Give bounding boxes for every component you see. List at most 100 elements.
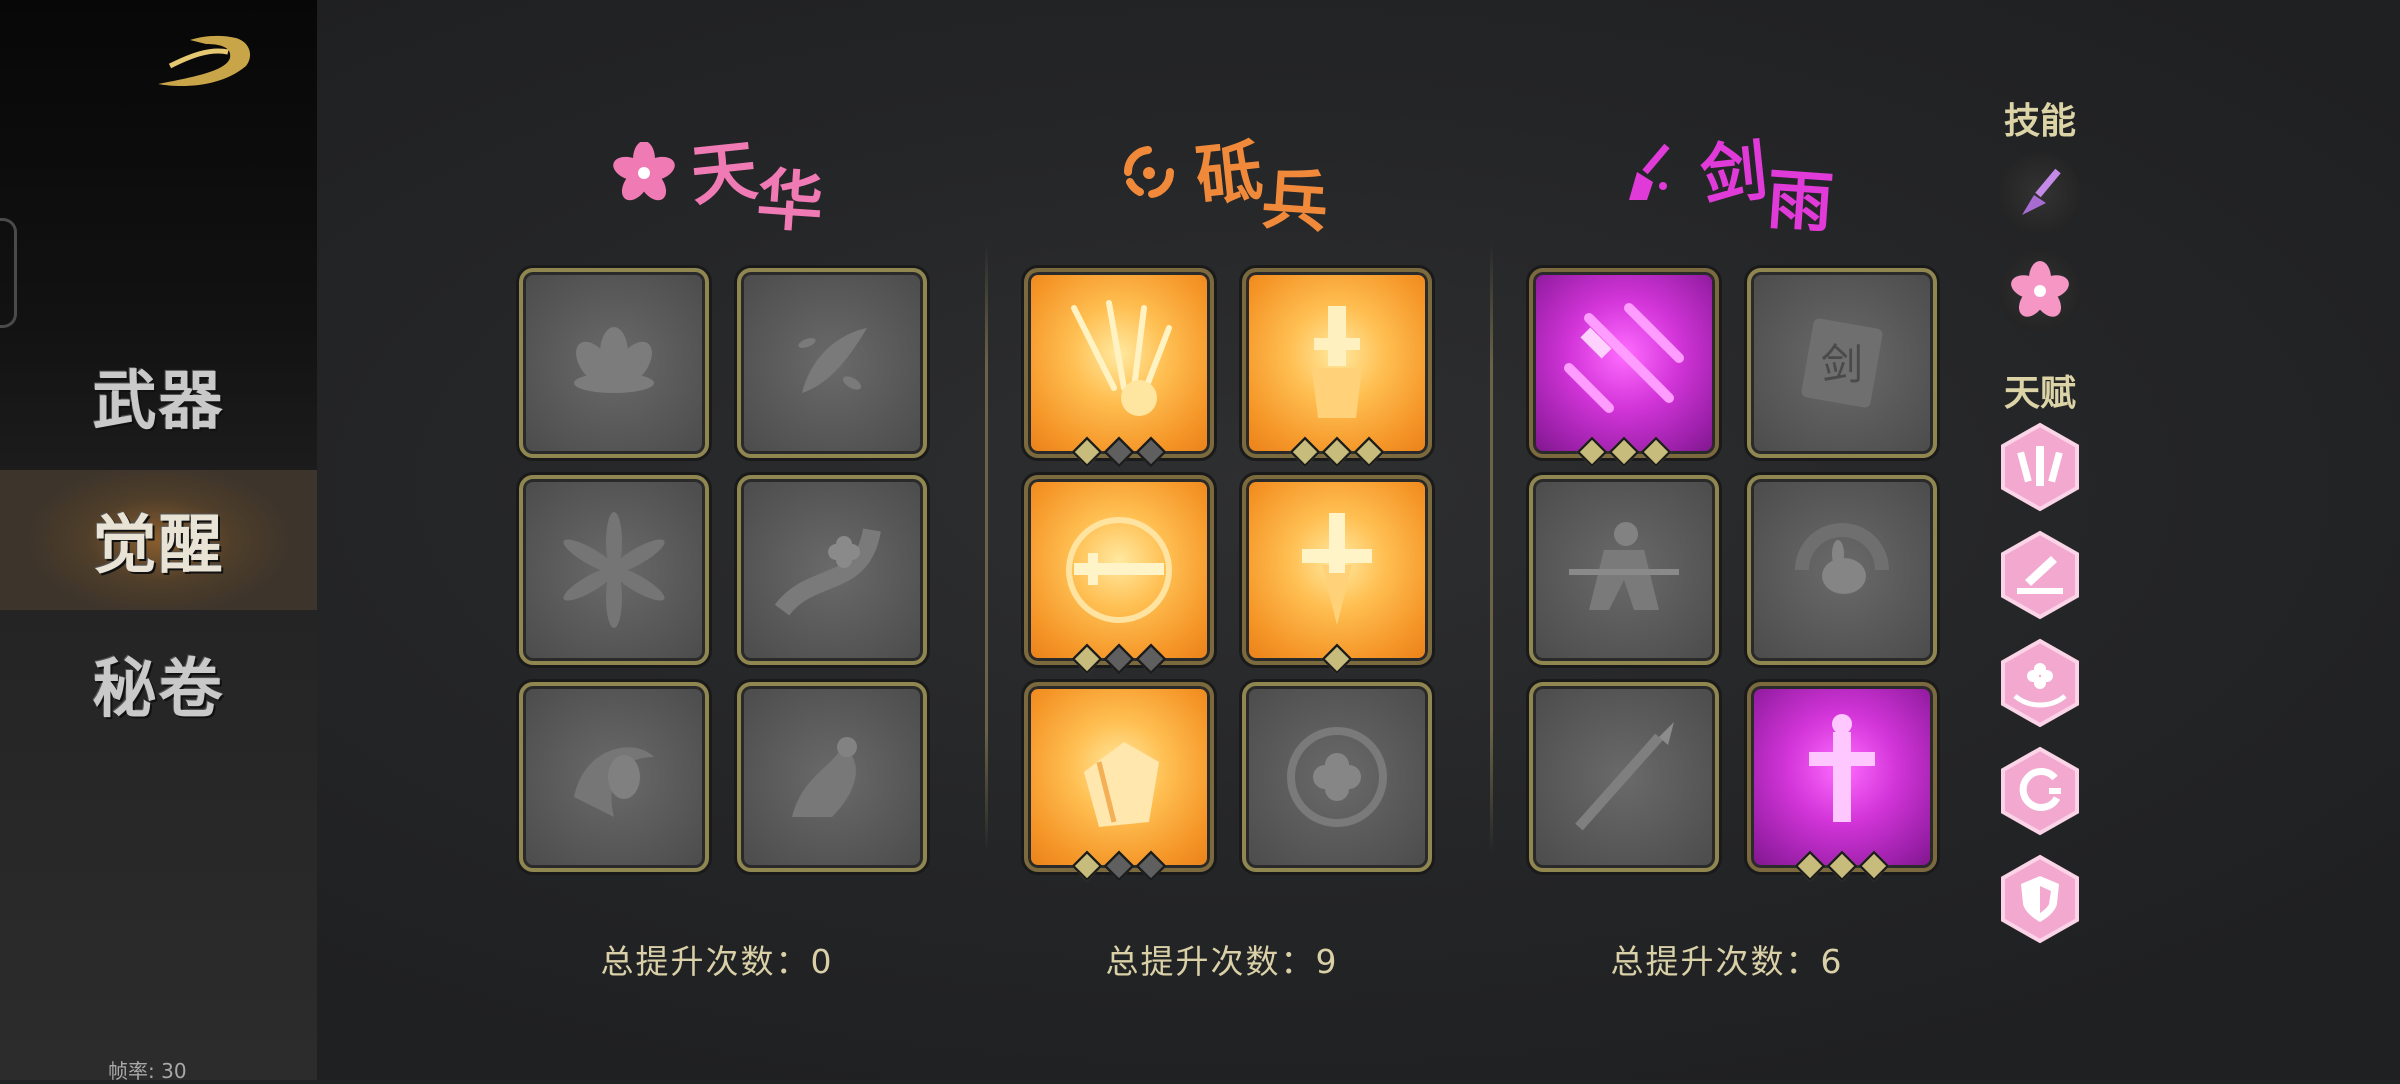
level-pips bbox=[1533, 436, 1715, 468]
level-pips bbox=[1028, 436, 1210, 468]
tile-lotus[interactable] bbox=[519, 268, 709, 458]
sword-orb-icon bbox=[1038, 489, 1200, 651]
talent-swirl[interactable] bbox=[1999, 746, 2081, 836]
sidebar-collapse-handle[interactable] bbox=[0, 218, 17, 328]
level-pips bbox=[1751, 850, 1933, 882]
level-pips bbox=[1246, 436, 1428, 468]
title-char-1: 剑 bbox=[1697, 130, 1771, 216]
skill-purple-dagger[interactable] bbox=[1999, 152, 2081, 234]
level-pip bbox=[1640, 436, 1672, 468]
column-tianhua: 天华 总提升次数：0 bbox=[487, 0, 947, 1080]
svg-text:剑: 剑 bbox=[1821, 340, 1863, 389]
total-upgrades: 总提升次数：6 bbox=[1610, 942, 1844, 981]
upgrade-grid bbox=[519, 268, 927, 872]
sword-dash-icon bbox=[1543, 489, 1705, 651]
circle-swirl-icon bbox=[1116, 140, 1182, 206]
tile-rabbit-swirl[interactable] bbox=[1747, 475, 1937, 665]
level-pip bbox=[1135, 643, 1167, 675]
right-panel: 技能 天赋 bbox=[1995, 0, 2085, 1080]
sidebar: 武器 觉醒 秘卷 帧率: 30 bbox=[0, 0, 317, 1083]
game-logo-icon bbox=[158, 35, 251, 87]
tile-dancer-blossom[interactable] bbox=[737, 682, 927, 872]
level-pip bbox=[1103, 850, 1135, 882]
level-pip bbox=[1289, 436, 1321, 468]
tile-fist[interactable] bbox=[1024, 682, 1214, 882]
dancer-blossom-icon bbox=[751, 696, 913, 858]
sword-flower-icon bbox=[1256, 696, 1418, 858]
nav-secret-scroll[interactable]: 秘卷 bbox=[0, 614, 317, 754]
level-pip bbox=[1353, 436, 1385, 468]
column-title-text: 砥兵 bbox=[1192, 131, 1331, 242]
level-pip bbox=[1826, 850, 1858, 882]
flaming-sword-icon bbox=[1256, 489, 1418, 651]
column-dibing: 砥兵 总提升次数：9 bbox=[992, 0, 1452, 1080]
level-pips bbox=[1028, 850, 1210, 882]
tile-spear[interactable] bbox=[1529, 682, 1719, 872]
talent-slash[interactable] bbox=[1999, 530, 2081, 620]
tile-sword-tablet[interactable]: 剑 bbox=[1747, 268, 1937, 458]
total-upgrades: 总提升次数：0 bbox=[600, 942, 834, 981]
talent-triple-sword[interactable] bbox=[1999, 422, 2081, 512]
falling-swords-icon bbox=[1543, 282, 1705, 444]
column-title: 天华 bbox=[487, 86, 947, 242]
skill-pink-flower[interactable] bbox=[1999, 250, 2081, 332]
talent-shield[interactable] bbox=[1999, 854, 2081, 944]
level-pip bbox=[1103, 436, 1135, 468]
sword-strike-icon bbox=[1621, 140, 1687, 206]
tile-falling-swords[interactable] bbox=[1529, 268, 1719, 468]
tile-sword-fist[interactable] bbox=[1242, 268, 1432, 468]
level-pip bbox=[1608, 436, 1640, 468]
pink-flower-icon bbox=[2011, 261, 2069, 317]
purple-dagger-icon bbox=[2022, 168, 2061, 215]
lotus-icon bbox=[533, 282, 695, 444]
sword-rain-icon bbox=[1038, 282, 1200, 444]
tile-petals[interactable] bbox=[737, 268, 927, 458]
tile-sword-dash[interactable] bbox=[1529, 475, 1719, 665]
level-pip bbox=[1071, 643, 1103, 675]
level-pips bbox=[1246, 643, 1428, 675]
title-char-2: 兵 bbox=[1259, 159, 1331, 243]
level-pip bbox=[1135, 436, 1167, 468]
title-char-1: 天 bbox=[687, 130, 761, 216]
spear-icon bbox=[1543, 696, 1705, 858]
column-title: 剑雨 bbox=[1497, 86, 1957, 242]
level-pip bbox=[1858, 850, 1890, 882]
tile-petal-burst[interactable] bbox=[519, 475, 709, 665]
column-divider bbox=[1490, 244, 1493, 852]
level-pip bbox=[1071, 436, 1103, 468]
upgrade-grid bbox=[1024, 268, 1432, 882]
flower-swirl-icon bbox=[751, 489, 913, 651]
sword-fist-icon bbox=[1256, 282, 1418, 444]
nav-weapons[interactable]: 武器 bbox=[0, 326, 317, 466]
column-title-text: 天华 bbox=[687, 131, 826, 242]
cherry-blossom-icon bbox=[611, 140, 677, 206]
tile-great-sword[interactable] bbox=[1747, 682, 1937, 882]
column-jianyu: 剑雨 剑 总提升次数：6 bbox=[1497, 0, 1957, 1080]
tile-sword-orb[interactable] bbox=[1024, 475, 1214, 675]
level-pip bbox=[1576, 436, 1608, 468]
tile-sword-rain[interactable] bbox=[1024, 268, 1214, 468]
column-divider bbox=[985, 244, 988, 852]
level-pip bbox=[1071, 850, 1103, 882]
nav-awaken[interactable]: 觉醒 bbox=[0, 470, 317, 610]
upgrade-grid: 剑 bbox=[1529, 268, 1937, 882]
tile-blossom-wind[interactable] bbox=[519, 682, 709, 872]
level-pips bbox=[1028, 643, 1210, 675]
petal-burst-icon bbox=[533, 489, 695, 651]
talents-label: 天赋 bbox=[2003, 373, 2076, 414]
great-sword-icon bbox=[1761, 696, 1923, 858]
tile-flaming-sword[interactable] bbox=[1242, 475, 1432, 675]
tile-flower-swirl[interactable] bbox=[737, 475, 927, 665]
fist-icon bbox=[1038, 696, 1200, 858]
total-upgrades: 总提升次数：9 bbox=[1105, 942, 1339, 981]
column-title-text: 剑雨 bbox=[1697, 131, 1836, 242]
title-char-2: 华 bbox=[754, 159, 826, 243]
talent-flower-hand[interactable] bbox=[1999, 638, 2081, 728]
level-pip bbox=[1103, 643, 1135, 675]
level-pip bbox=[1321, 436, 1353, 468]
petals-icon bbox=[751, 282, 913, 444]
tile-sword-flower[interactable] bbox=[1242, 682, 1432, 872]
title-char-2: 雨 bbox=[1764, 159, 1836, 243]
awaken-panel: 天华 总提升次数：0 砥兵 总提升次数：9 剑 雨 剑 总提升次数：6 bbox=[317, 0, 2400, 1080]
sword-tablet-icon: 剑 bbox=[1761, 282, 1923, 444]
